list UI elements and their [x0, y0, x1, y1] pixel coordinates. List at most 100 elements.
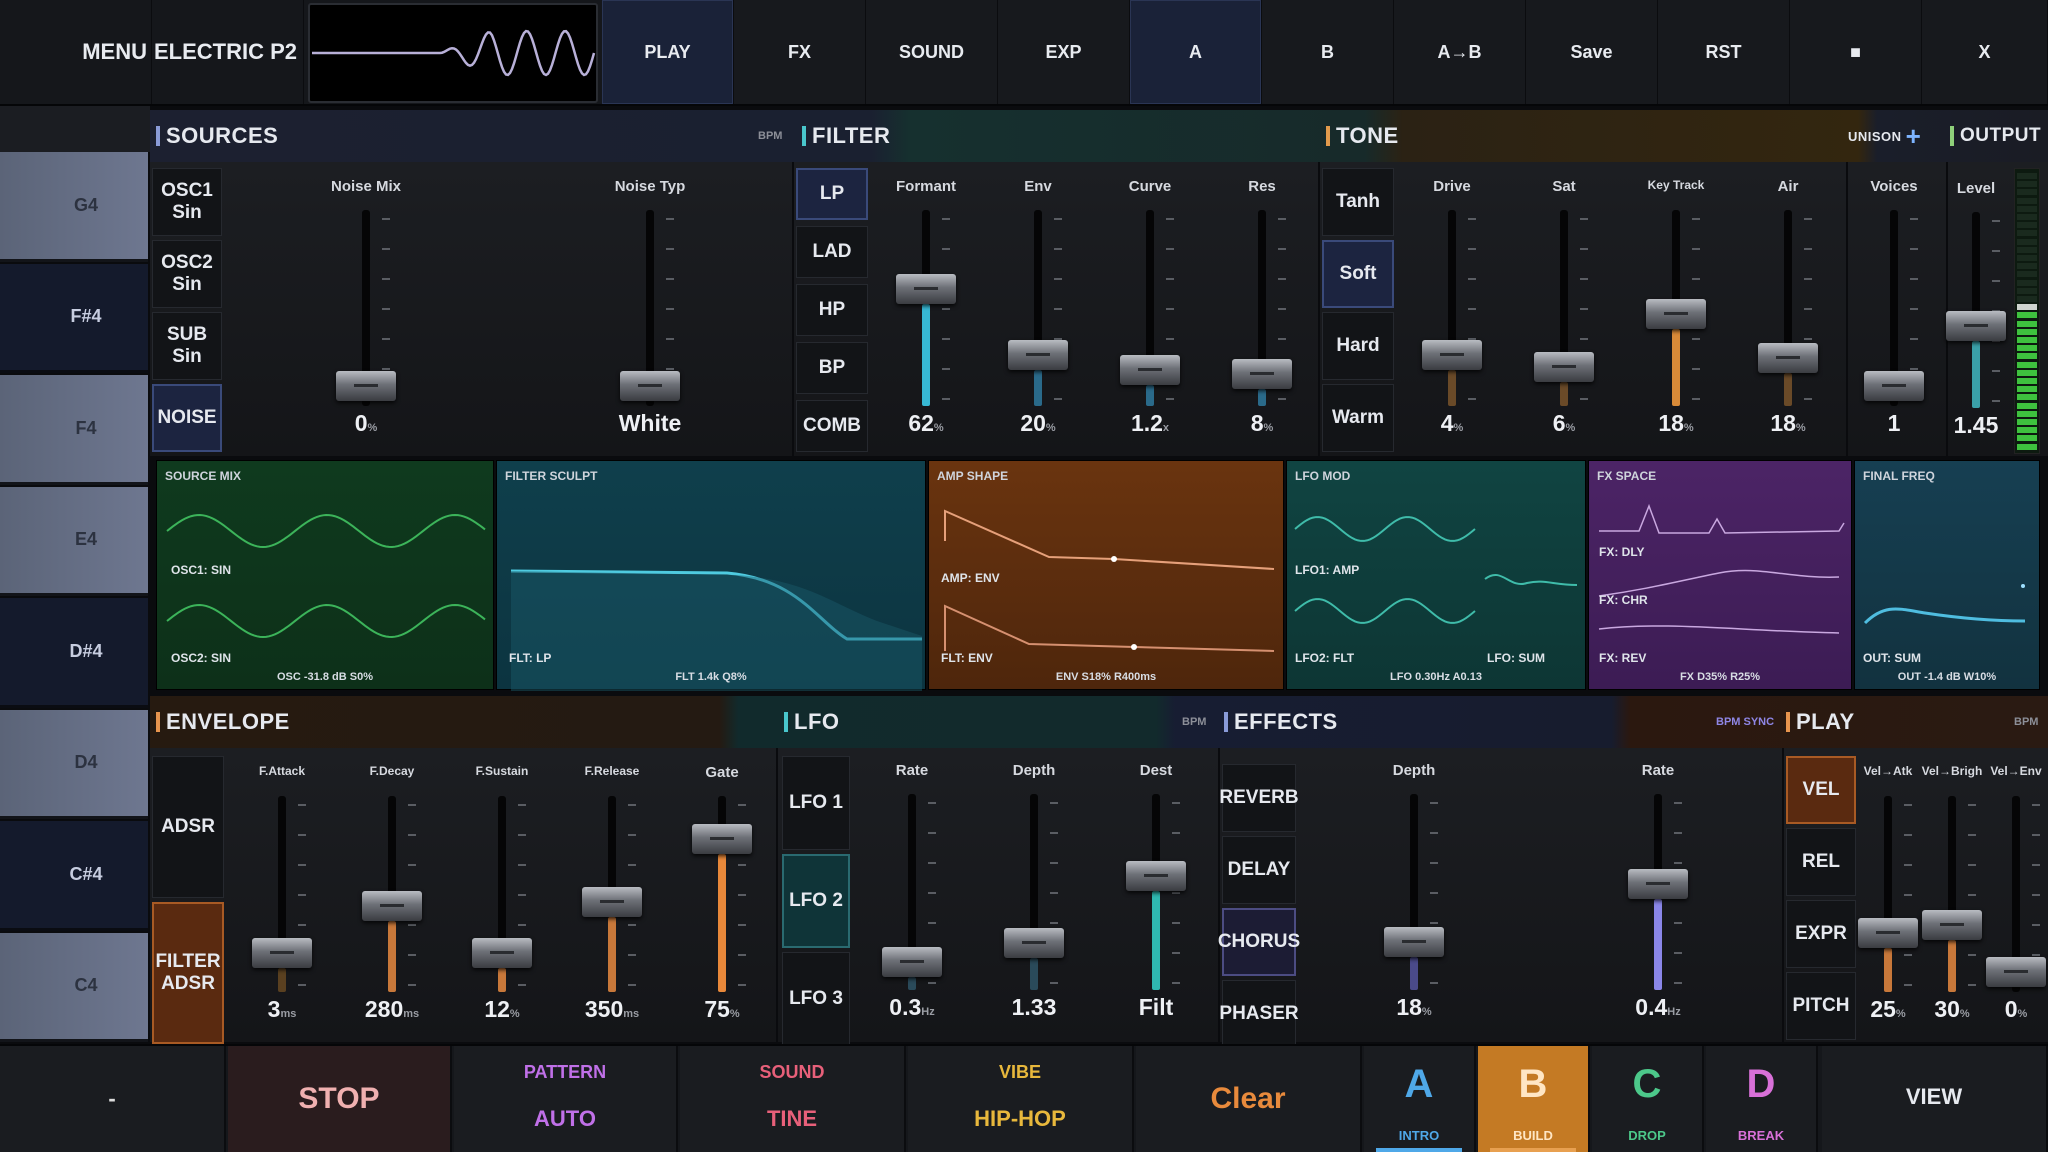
filter-formant-handle[interactable]: [896, 274, 956, 305]
env-gate-handle[interactable]: [692, 824, 752, 855]
sources-bpm-tag[interactable]: BPM: [758, 130, 782, 142]
scene-a-button[interactable]: A INTRO: [1364, 1046, 1476, 1152]
tone-mode-warm-button[interactable]: Warm: [1322, 384, 1394, 452]
lfo-bpm-tag[interactable]: BPM: [1182, 716, 1206, 728]
lfo-depth-handle[interactable]: [1004, 928, 1064, 959]
reset-button[interactable]: RST: [1658, 0, 1790, 104]
piano-key-d-sharp4[interactable]: D#4: [0, 598, 148, 708]
source-sub-sin-button[interactable]: SUB Sin: [152, 312, 222, 380]
play-mode-rel-button[interactable]: REL: [1786, 828, 1856, 896]
piano-key-f-sharp4[interactable]: F#4: [0, 263, 148, 373]
clear-button[interactable]: Clear: [1136, 1046, 1362, 1152]
stop-button[interactable]: STOP: [228, 1046, 452, 1152]
menu-button[interactable]: MENU: [0, 0, 152, 104]
meter-segment: [2017, 443, 2037, 450]
envelope-mode-filter-adsr-button[interactable]: FILTER ADSR: [152, 902, 224, 1044]
view-button[interactable]: VIEW: [1822, 1046, 2048, 1152]
filter-mode-lad-button[interactable]: LAD: [796, 226, 868, 278]
play-tab[interactable]: PLAY: [602, 0, 734, 104]
tone-air-handle[interactable]: [1758, 342, 1818, 373]
source-osc1-sin-button[interactable]: OSC1 Sin: [152, 168, 222, 236]
source-noise-button[interactable]: NOISE: [152, 384, 222, 452]
effect-delay-button[interactable]: DELAY: [1222, 836, 1296, 904]
unison-voices-handle[interactable]: [1864, 371, 1924, 401]
env-f-decay-handle[interactable]: [362, 891, 422, 922]
scene-c-button[interactable]: C DROP: [1592, 1046, 1704, 1152]
save-button[interactable]: Save: [1526, 0, 1658, 104]
plus-icon[interactable]: +: [1906, 121, 1922, 152]
filter-mode-bp-button[interactable]: BP: [796, 342, 868, 394]
env-f-attack-handle[interactable]: [252, 938, 312, 969]
play-bpm-tag[interactable]: BPM: [2014, 716, 2038, 728]
lfo-select-lfo-2-button[interactable]: LFO 2: [782, 854, 850, 948]
lfo-select-lfo-3-button[interactable]: LFO 3: [782, 952, 850, 1046]
envelope-mode-adsr-button[interactable]: ADSR: [152, 756, 224, 898]
noise-mix-handle[interactable]: [336, 371, 396, 401]
fx-depth-handle[interactable]: [1384, 926, 1444, 957]
tone-sat-handle[interactable]: [1534, 352, 1594, 383]
tone-drive-handle[interactable]: [1422, 339, 1482, 370]
piano-key-g4[interactable]: G4: [0, 152, 148, 262]
sound-selector[interactable]: SOUND TINE: [680, 1046, 906, 1152]
minus-button[interactable]: -: [0, 1046, 226, 1152]
preset-name[interactable]: ELECTRIC P2: [152, 0, 304, 104]
tone-mode-tanh-button[interactable]: Tanh: [1322, 168, 1394, 236]
snapshot-b-button[interactable]: B: [1262, 0, 1394, 104]
pattern-selector[interactable]: PATTERN AUTO: [454, 1046, 678, 1152]
effect-phaser-button[interactable]: PHASER: [1219, 980, 1299, 1048]
filter-mode-lp-button[interactable]: LP: [796, 168, 868, 220]
tone-drive-tick: [1468, 308, 1476, 310]
lfo-dest-handle[interactable]: [1126, 861, 1186, 892]
scene-letter: D: [1746, 1062, 1776, 1106]
fx-tab[interactable]: FX: [734, 0, 866, 104]
play-slider-1-handle[interactable]: [1858, 918, 1918, 948]
fx-rate-label: Rate: [1641, 762, 1675, 779]
stop-square-icon[interactable]: ■: [1790, 0, 1922, 104]
tone-mode-soft-button[interactable]: Soft: [1322, 240, 1394, 308]
play-mode-expr-button[interactable]: EXPR: [1786, 900, 1856, 968]
sound-tab[interactable]: SOUND: [866, 0, 998, 104]
filter-env-tick: [1054, 398, 1062, 400]
filter-res-value: 8%: [1207, 410, 1317, 437]
noise-type-value: White: [595, 410, 705, 437]
tone-air-tick: [1804, 248, 1812, 250]
unison-voices-tick: [1910, 338, 1918, 340]
play-slider-3-handle[interactable]: [1986, 957, 2046, 987]
snapshot-a-button[interactable]: A: [1130, 0, 1262, 104]
lfo-select-lfo-1-button[interactable]: LFO 1: [782, 756, 850, 850]
effect-reverb-button[interactable]: REVERB: [1219, 764, 1299, 832]
piano-key-d4[interactable]: D4: [0, 709, 148, 819]
morph-a-b-button[interactable]: A→B: [1394, 0, 1526, 104]
filter-mode-hp-button[interactable]: HP: [796, 284, 868, 336]
lfo-rate-handle[interactable]: [882, 947, 942, 978]
piano-key-c-sharp4[interactable]: C#4: [0, 821, 148, 931]
scene-b-button[interactable]: B BUILD: [1478, 1046, 1590, 1152]
unison-header[interactable]: UNISON +: [1848, 110, 1921, 162]
tone-air-value: 18%: [1733, 410, 1843, 437]
tone-key-track-handle[interactable]: [1646, 299, 1706, 330]
output-level-handle[interactable]: [1946, 310, 2006, 341]
fx-rate-handle[interactable]: [1628, 869, 1688, 900]
scene-d-button[interactable]: D BREAK: [1706, 1046, 1818, 1152]
effect-chorus-button[interactable]: CHORUS: [1218, 908, 1300, 976]
tone-mode-hard-button[interactable]: Hard: [1322, 312, 1394, 380]
env-f-release-handle[interactable]: [582, 886, 642, 917]
exp-tab[interactable]: EXP: [998, 0, 1130, 104]
filter-env-handle[interactable]: [1008, 339, 1068, 370]
filter-res-handle[interactable]: [1232, 358, 1292, 389]
bpm-sync-tag[interactable]: BPM SYNC: [1716, 716, 1774, 728]
noise-type-handle[interactable]: [620, 371, 680, 401]
vibe-selector[interactable]: VIBE HIP-HOP: [908, 1046, 1134, 1152]
lfo-depth-tick: [1050, 922, 1058, 924]
env-f-sustain-handle[interactable]: [472, 938, 532, 969]
piano-key-c4[interactable]: C4: [0, 932, 148, 1042]
piano-key-e4[interactable]: E4: [0, 486, 148, 596]
filter-mode-comb-button[interactable]: COMB: [796, 400, 868, 452]
filter-curve-handle[interactable]: [1120, 355, 1180, 386]
piano-key-f4[interactable]: F4: [0, 375, 148, 485]
close-button[interactable]: X: [1922, 0, 2048, 104]
tone-sat-unit: %: [1565, 422, 1576, 434]
tone-sat-tick: [1580, 218, 1588, 220]
play-slider-2-handle[interactable]: [1922, 910, 1982, 941]
source-osc2-sin-button[interactable]: OSC2 Sin: [152, 240, 222, 308]
